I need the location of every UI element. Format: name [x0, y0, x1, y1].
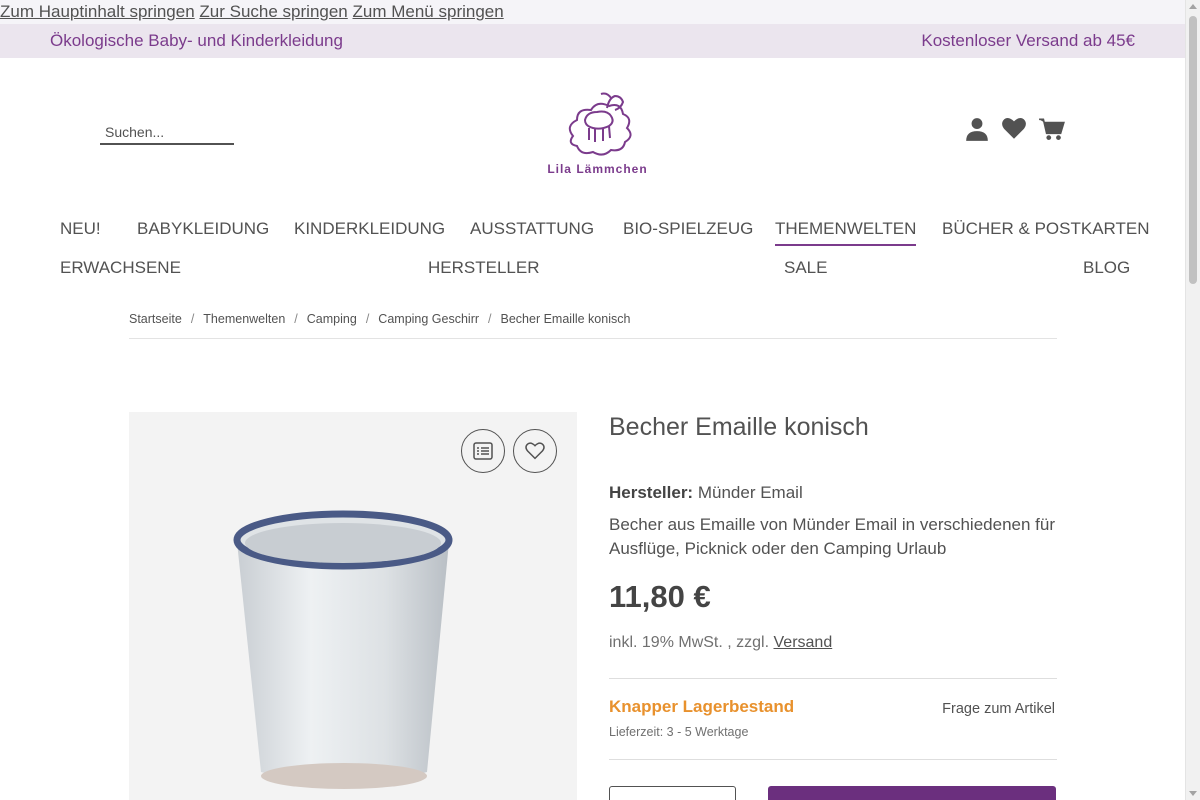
divider	[609, 759, 1057, 760]
breadcrumb: Startseite / Themenwelten / Camping / Ca…	[129, 312, 1057, 339]
breadcrumb-separator: /	[365, 312, 370, 326]
top-info-bar: Ökologische Baby- und Kinderkleidung Kos…	[0, 24, 1185, 58]
quantity-select[interactable]	[609, 786, 736, 800]
cart-icon[interactable]	[1038, 116, 1066, 147]
search-input[interactable]	[100, 122, 234, 142]
delivery-time: Lieferzeit: 3 - 5 Werktage	[609, 725, 749, 739]
product-title: Becher Emaille konisch	[609, 413, 869, 441]
tax-text: inkl. 19% MwSt. , zzgl.	[609, 634, 770, 651]
manufacturer-label: Hersteller:	[609, 483, 694, 502]
scrollbar-thumb[interactable]	[1189, 16, 1197, 284]
nav-row-2: ERWACHSENE HERSTELLER SALE BLOG	[60, 253, 1130, 292]
nav-item-erwachsene[interactable]: ERWACHSENE	[60, 253, 181, 283]
breadcrumb-item[interactable]: Themenwelten	[203, 312, 285, 326]
enamel-mug-image	[233, 510, 453, 789]
manufacturer-line: Hersteller: Münder Email	[609, 483, 1057, 503]
product-price: 11,80 €	[609, 579, 711, 614]
user-icon[interactable]	[964, 116, 990, 147]
nav-item-babykleidung[interactable]: BABYKLEIDUNG	[137, 214, 269, 244]
search-field[interactable]	[100, 122, 234, 145]
shop-logo[interactable]: Lila Lämmchen	[540, 84, 655, 184]
tax-info: inkl. 19% MwSt. , zzgl. Versand	[609, 634, 1057, 652]
skip-to-menu-link[interactable]: Zum Menü springen	[353, 2, 504, 21]
scroll-down-arrow-icon[interactable]	[1189, 791, 1197, 796]
nav-item-blog[interactable]: BLOG	[1083, 253, 1130, 283]
manufacturer-value: Münder Email	[697, 483, 803, 502]
nav-item-bio-spielzeug[interactable]: BIO-SPIELZEUG	[623, 214, 753, 244]
header-icons	[964, 116, 1066, 147]
product-info: Becher Emaille konisch Hersteller: Münde…	[609, 410, 1057, 760]
product-description: Becher aus Emaille von Münder Email in v…	[609, 515, 1056, 558]
nav-item-neu[interactable]: NEU!	[60, 214, 101, 244]
wishlist-heart-icon	[525, 442, 545, 460]
page-scrollbar[interactable]	[1185, 0, 1200, 800]
breadcrumb-separator: /	[294, 312, 298, 326]
lamb-logo-icon	[568, 92, 631, 156]
shipping-link[interactable]: Versand	[774, 634, 833, 651]
skip-to-search-link[interactable]: Zur Suche springen	[199, 2, 347, 21]
breadcrumb-item[interactable]: Startseite	[129, 312, 182, 326]
wishlist-button[interactable]	[513, 429, 557, 473]
skip-to-main-link[interactable]: Zum Hauptinhalt springen	[0, 2, 195, 21]
stock-status: Knapper Lagerbestand	[609, 697, 795, 716]
nav-item-sale[interactable]: SALE	[784, 253, 827, 283]
topbar-slogan: Ökologische Baby- und Kinderkleidung	[50, 31, 343, 50]
nav-item-themenwelten[interactable]: THEMENWELTEN	[775, 214, 917, 246]
compare-list-icon	[473, 442, 493, 460]
compare-list-button[interactable]	[461, 429, 505, 473]
product-question-link[interactable]: Frage zum Artikel	[942, 701, 1055, 717]
product-image-gallery	[129, 412, 577, 800]
stock-row: Knapper Lagerbestand Lieferzeit: 3 - 5 W…	[609, 679, 1057, 759]
nav-item-kinderkleidung[interactable]: KINDERKLEIDUNG	[294, 214, 445, 244]
main-navigation: NEU! BABYKLEIDUNG KINDERKLEIDUNG AUSSTAT…	[60, 214, 1150, 292]
skip-links: Zum Hauptinhalt springen Zur Suche sprin…	[0, 0, 1185, 24]
breadcrumb-item[interactable]: Camping	[307, 312, 357, 326]
breadcrumb-separator: /	[488, 312, 492, 326]
heart-icon[interactable]	[1001, 116, 1027, 147]
breadcrumb-separator: /	[190, 312, 195, 326]
logo-text: Lila Lämmchen	[547, 162, 648, 176]
scroll-up-arrow-icon[interactable]	[1189, 4, 1197, 9]
nav-row-1: NEU! BABYKLEIDUNG KINDERKLEIDUNG AUSSTAT…	[60, 214, 1150, 253]
breadcrumb-item[interactable]: Camping Geschirr	[378, 312, 479, 326]
nav-item-hersteller[interactable]: HERSTELLER	[428, 253, 539, 283]
nav-item-buecher-postkarten[interactable]: BÜCHER & POSTKARTEN	[942, 214, 1150, 244]
breadcrumb-current[interactable]: Becher Emaille konisch	[501, 312, 631, 326]
topbar-shipping-info: Kostenloser Versand ab 45€	[921, 31, 1135, 50]
nav-item-ausstattung[interactable]: AUSSTATTUNG	[470, 214, 594, 244]
add-to-cart-button[interactable]	[768, 786, 1056, 800]
